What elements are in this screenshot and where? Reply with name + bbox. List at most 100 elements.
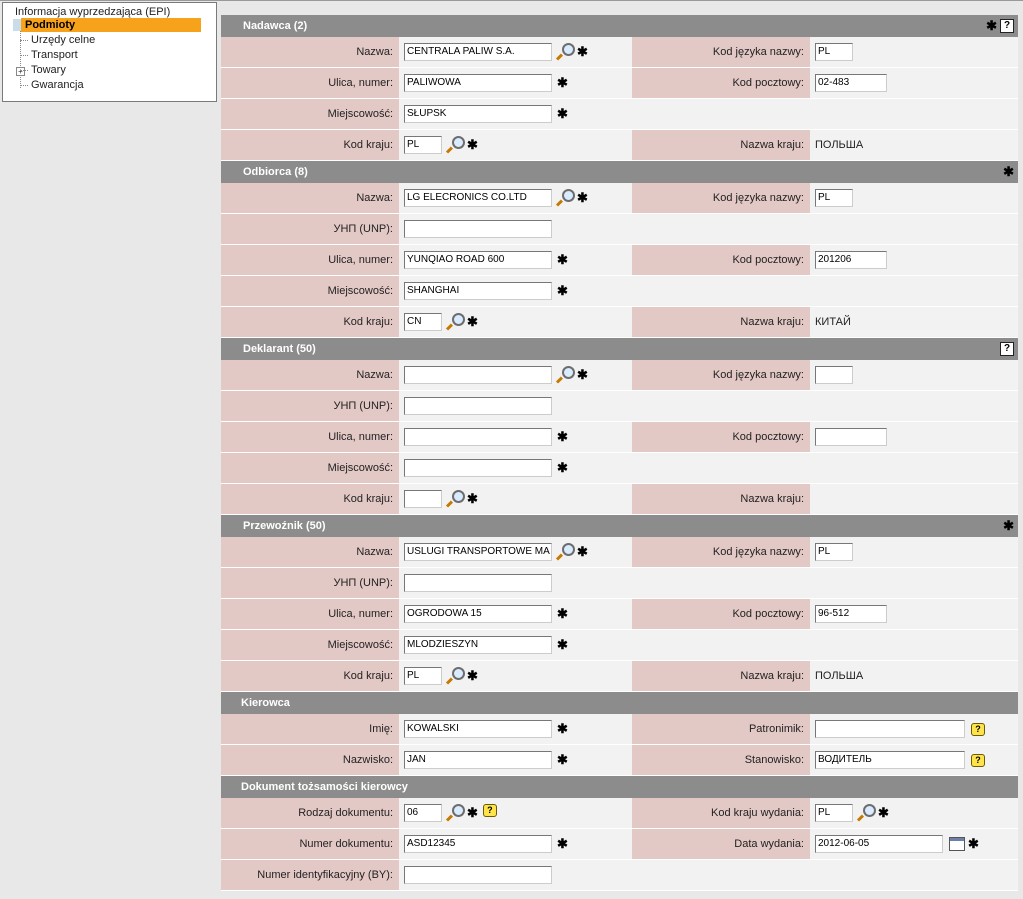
search-icon[interactable] (555, 189, 575, 207)
odbiorca-ulica-input[interactable]: YUNQIAO ROAD 600 (404, 251, 552, 269)
field-label: Kod pocztowy: (632, 245, 810, 275)
field-label: Kod pocztowy: (632, 422, 810, 452)
search-icon[interactable] (445, 490, 465, 508)
przewoznik-nazwa-input[interactable]: USLUGI TRANSPORTOWE MA (404, 543, 552, 561)
field-label: Stanowisko: (632, 745, 810, 775)
field-label: Ulica, numer: (221, 422, 399, 452)
przewoznik-miejscowosc-input[interactable]: MLODZIESZYN (404, 636, 552, 654)
odbiorca-kod-jezyka-input[interactable]: PL (815, 189, 853, 207)
search-icon[interactable] (445, 667, 465, 685)
comment-icon[interactable]: ? (482, 803, 497, 817)
deklarant-unp-input[interactable] (404, 397, 552, 415)
nadawca-kod-kraju-input[interactable]: PL (404, 136, 442, 154)
search-icon[interactable] (445, 804, 465, 822)
field-label: Imię: (221, 714, 399, 744)
nadawca-nazwa-kraju-value: ПОЛЬША (815, 139, 864, 151)
section-title: Deklarant (50) (243, 343, 316, 355)
deklarant-kod-pocztowy-input[interactable] (815, 428, 887, 446)
required-icon: ✱ (577, 190, 588, 205)
przewoznik-unp-input[interactable] (404, 574, 552, 592)
field-label: Nazwa kraju: (632, 661, 810, 691)
help-icon[interactable]: ? (1000, 342, 1014, 356)
section-title: Przewoźnik (50) (243, 520, 326, 532)
dokument-kod-kraju-wydania-input[interactable]: PL (815, 804, 853, 822)
search-icon[interactable] (555, 366, 575, 384)
field-label: Kod kraju: (221, 130, 399, 160)
tree-item-towary[interactable]: Towary (20, 63, 66, 77)
form-row: Nazwa: USLUGI TRANSPORTOWE MA ✱ Kod język… (221, 537, 1018, 568)
section-title: Dokument tożsamości kierowcy (241, 781, 408, 793)
deklarant-kod-jezyka-input[interactable] (815, 366, 853, 384)
odbiorca-nazwa-input[interactable]: LG ELECRONICS CO.LTD (404, 189, 552, 207)
nadawca-miejscowosc-input[interactable]: SŁUPSK (404, 105, 552, 123)
required-icon: ✱ (557, 429, 568, 444)
przewoznik-kod-jezyka-input[interactable]: PL (815, 543, 853, 561)
odbiorca-kod-kraju-input[interactable]: CN (404, 313, 442, 331)
odbiorca-kod-pocztowy-input[interactable]: 201206 (815, 251, 887, 269)
form-row: Ulica, numer: OGRODOWA 15 ✱ Kod pocztowy:… (221, 599, 1018, 630)
tree-root[interactable]: Informacja wyprzedzająca (EPI) (15, 6, 170, 18)
field-label: Nazwa kraju: (632, 484, 810, 514)
form-row: Nazwisko: JAN ✱ Stanowisko: ВОДИТЕЛЬ? (221, 745, 1018, 776)
field-label: Nazwa: (221, 537, 399, 567)
deklarant-nazwa-input[interactable] (404, 366, 552, 384)
search-icon[interactable] (445, 313, 465, 331)
search-icon[interactable] (555, 543, 575, 561)
przewoznik-kod-pocztowy-input[interactable]: 96-512 (815, 605, 887, 623)
form-row: Kod kraju: CN ✱ Nazwa kraju: КИТАЙ (221, 307, 1018, 338)
required-icon: ✱ (467, 491, 478, 506)
nadawca-kod-pocztowy-input[interactable]: 02-483 (815, 74, 887, 92)
odbiorca-miejscowosc-input[interactable]: SHANGHAI (404, 282, 552, 300)
tree-item-podmioty[interactable]: Podmioty (13, 18, 201, 32)
field-label: УНП (UNP): (221, 568, 399, 598)
kierowca-patronimik-input[interactable] (815, 720, 965, 738)
help-icon[interactable]: ? (1000, 19, 1014, 33)
deklarant-miejscowosc-input[interactable] (404, 459, 552, 477)
dokument-nr-ident-input[interactable] (404, 866, 552, 884)
section-header-deklarant: Deklarant (50) ? (221, 338, 1018, 360)
field-label: Kod kraju: (221, 661, 399, 691)
entities-form: Nadawca (2) ✱? Nazwa: CENTRALA PALIW S.A… (221, 15, 1018, 891)
dokument-numer-input[interactable]: ASD12345 (404, 835, 552, 853)
nadawca-kod-jezyka-input[interactable]: PL (815, 43, 853, 61)
section-header-nadawca: Nadawca (2) ✱? (221, 15, 1018, 37)
tree-item-label: Transport (31, 49, 78, 61)
form-row: УНП (UNP): (221, 391, 1018, 422)
field-label: Kod języka nazwy: (632, 37, 810, 67)
calendar-icon[interactable] (949, 837, 965, 851)
tree-item-transport[interactable]: Transport (20, 48, 78, 62)
odbiorca-unp-input[interactable] (404, 220, 552, 238)
nadawca-nazwa-input[interactable]: CENTRALA PALIW S.A. (404, 43, 552, 61)
form-row: УНП (UNP): (221, 214, 1018, 245)
dokument-data-wydania-input[interactable]: 2012-06-05 (815, 835, 943, 853)
required-icon: ✱ (557, 721, 568, 736)
form-row: Kod kraju: ✱ Nazwa kraju: (221, 484, 1018, 515)
deklarant-ulica-input[interactable] (404, 428, 552, 446)
comment-icon[interactable]: ? (971, 753, 985, 767)
form-row: Numer identyfikacyjny (BY): (221, 860, 1018, 891)
przewoznik-ulica-input[interactable]: OGRODOWA 15 (404, 605, 552, 623)
section-title: Nadawca (2) (243, 20, 308, 32)
przewoznik-nazwa-kraju-value: ПОЛЬША (815, 670, 864, 682)
kierowca-stanowisko-input[interactable]: ВОДИТЕЛЬ (815, 751, 965, 769)
tree-item-urzedy-celne[interactable]: Urzędy celne (20, 33, 95, 47)
field-label: Kod języka nazwy: (632, 360, 810, 390)
required-icon: ✱ (557, 460, 568, 475)
search-icon[interactable] (555, 43, 575, 61)
kierowca-nazwisko-input[interactable]: JAN (404, 751, 552, 769)
field-label: Miejscowość: (221, 630, 399, 660)
tree-item-gwarancja[interactable]: Gwarancja (20, 78, 84, 92)
deklarant-kod-kraju-input[interactable] (404, 490, 442, 508)
nadawca-ulica-input[interactable]: PALIWOWA (404, 74, 552, 92)
form-row: Numer dokumentu: ASD12345 ✱ Data wydania:… (221, 829, 1018, 860)
search-icon[interactable] (856, 804, 876, 822)
dokument-rodzaj-input[interactable]: 06 (404, 804, 442, 822)
search-icon[interactable] (445, 136, 465, 154)
required-icon: ✱ (557, 606, 568, 621)
kierowca-imie-input[interactable]: KOWALSKI (404, 720, 552, 738)
field-label: Ulica, numer: (221, 245, 399, 275)
field-label: Kod kraju wydania: (632, 798, 810, 828)
comment-icon[interactable]: ? (971, 722, 985, 736)
field-label: Kod języka nazwy: (632, 537, 810, 567)
przewoznik-kod-kraju-input[interactable]: PL (404, 667, 442, 685)
